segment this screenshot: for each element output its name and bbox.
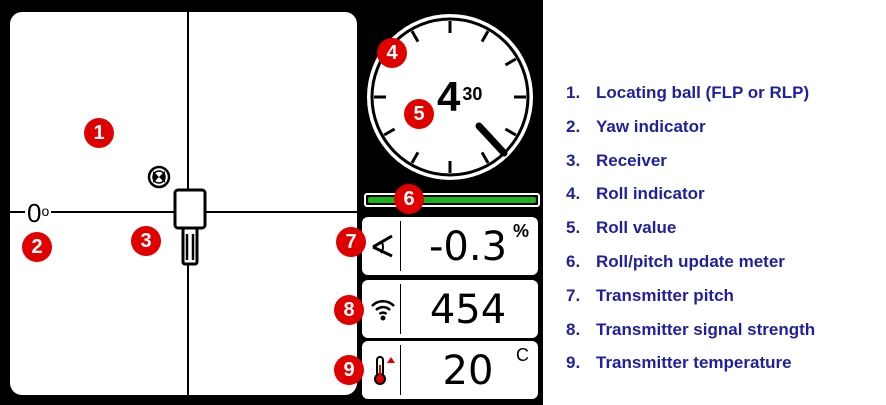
callout-1: 1 [84,118,114,148]
roll-value: 4 30 [437,76,482,118]
legend-label: Transmitter temperature [596,353,792,373]
roll-value-minutes: 30 [462,84,483,104]
legend-label: Receiver [596,150,667,170]
callout-5: 5 [404,99,434,129]
signal-box: 454 [362,280,538,338]
callout-7: 7 [336,227,366,257]
legend-number: 7. [566,285,581,305]
roll-pitch-update-meter [364,193,540,207]
legend-label: Roll/pitch update meter [596,251,785,271]
roll-value-main: 4 [437,73,461,120]
temperature-unit: C [516,345,529,365]
legend-label: Transmitter pitch [596,285,734,305]
locating-ball-icon [147,165,171,189]
pitch-icon [372,234,393,258]
legend-item: 1. Locating ball (FLP or RLP) [566,80,886,114]
temperature-divider [400,345,401,395]
receiver-icon [173,188,207,266]
legend-label: Roll indicator [596,184,705,204]
pitch-value: -0.3 [428,224,508,270]
legend-item: 2. Yaw indicator [566,114,886,148]
callout-9: 9 [334,355,364,385]
legend-label: Transmitter signal strength [596,319,816,339]
signal-value: 454 [429,287,507,333]
legend-item: 9. Transmitter temperature [566,350,886,384]
signal-strength-icon [371,299,395,321]
legend-number: 9. [566,353,581,373]
legend-label: Locating ball (FLP or RLP) [596,83,810,102]
yaw-value: 0 [27,198,42,228]
callout-6: 6 [394,184,424,214]
legend-number: 6. [566,251,581,271]
legend-number: 2. [566,116,581,136]
signal-divider [400,284,401,334]
legend-number: 5. [566,218,581,238]
legend-item: 4. Roll indicator [566,181,886,215]
callout-2: 2 [22,232,52,262]
callout-3: 3 [131,226,161,256]
pitch-unit: % [512,221,529,241]
yaw-unit: o [41,203,50,219]
pitch-divider [400,221,401,271]
legend-number: 8. [566,319,581,339]
yaw-indicator: 0o [25,198,52,228]
legend-number: 1. [566,83,581,102]
callout-8: 8 [334,295,364,325]
temperature-value: 20 [442,348,494,394]
legend-item: 6. Roll/pitch update meter [566,249,886,283]
legend-label: Roll value [596,218,677,238]
thermometer-icon [374,356,395,385]
pitch-box: -0.3 % [362,217,538,275]
legend-number: 3. [566,150,581,170]
legend-item: 7. Transmitter pitch [566,283,886,317]
temperature-box: 20 C [362,341,538,399]
locator-screen: 0o 4 30 -0.3 % 454 20 C [0,0,543,405]
legend-item: 5. Roll value [566,215,886,249]
legend-list: 1. Locating ball (FLP or RLP) 2. Yaw indic… [566,80,886,384]
legend-item: 8. Transmitter signal strength [566,317,886,351]
legend-item: 3. Receiver [566,148,886,182]
legend-label: Yaw indicator [596,116,706,136]
legend-number: 4. [566,184,581,204]
locate-view: 0o [10,12,357,395]
callout-4: 4 [377,38,407,68]
